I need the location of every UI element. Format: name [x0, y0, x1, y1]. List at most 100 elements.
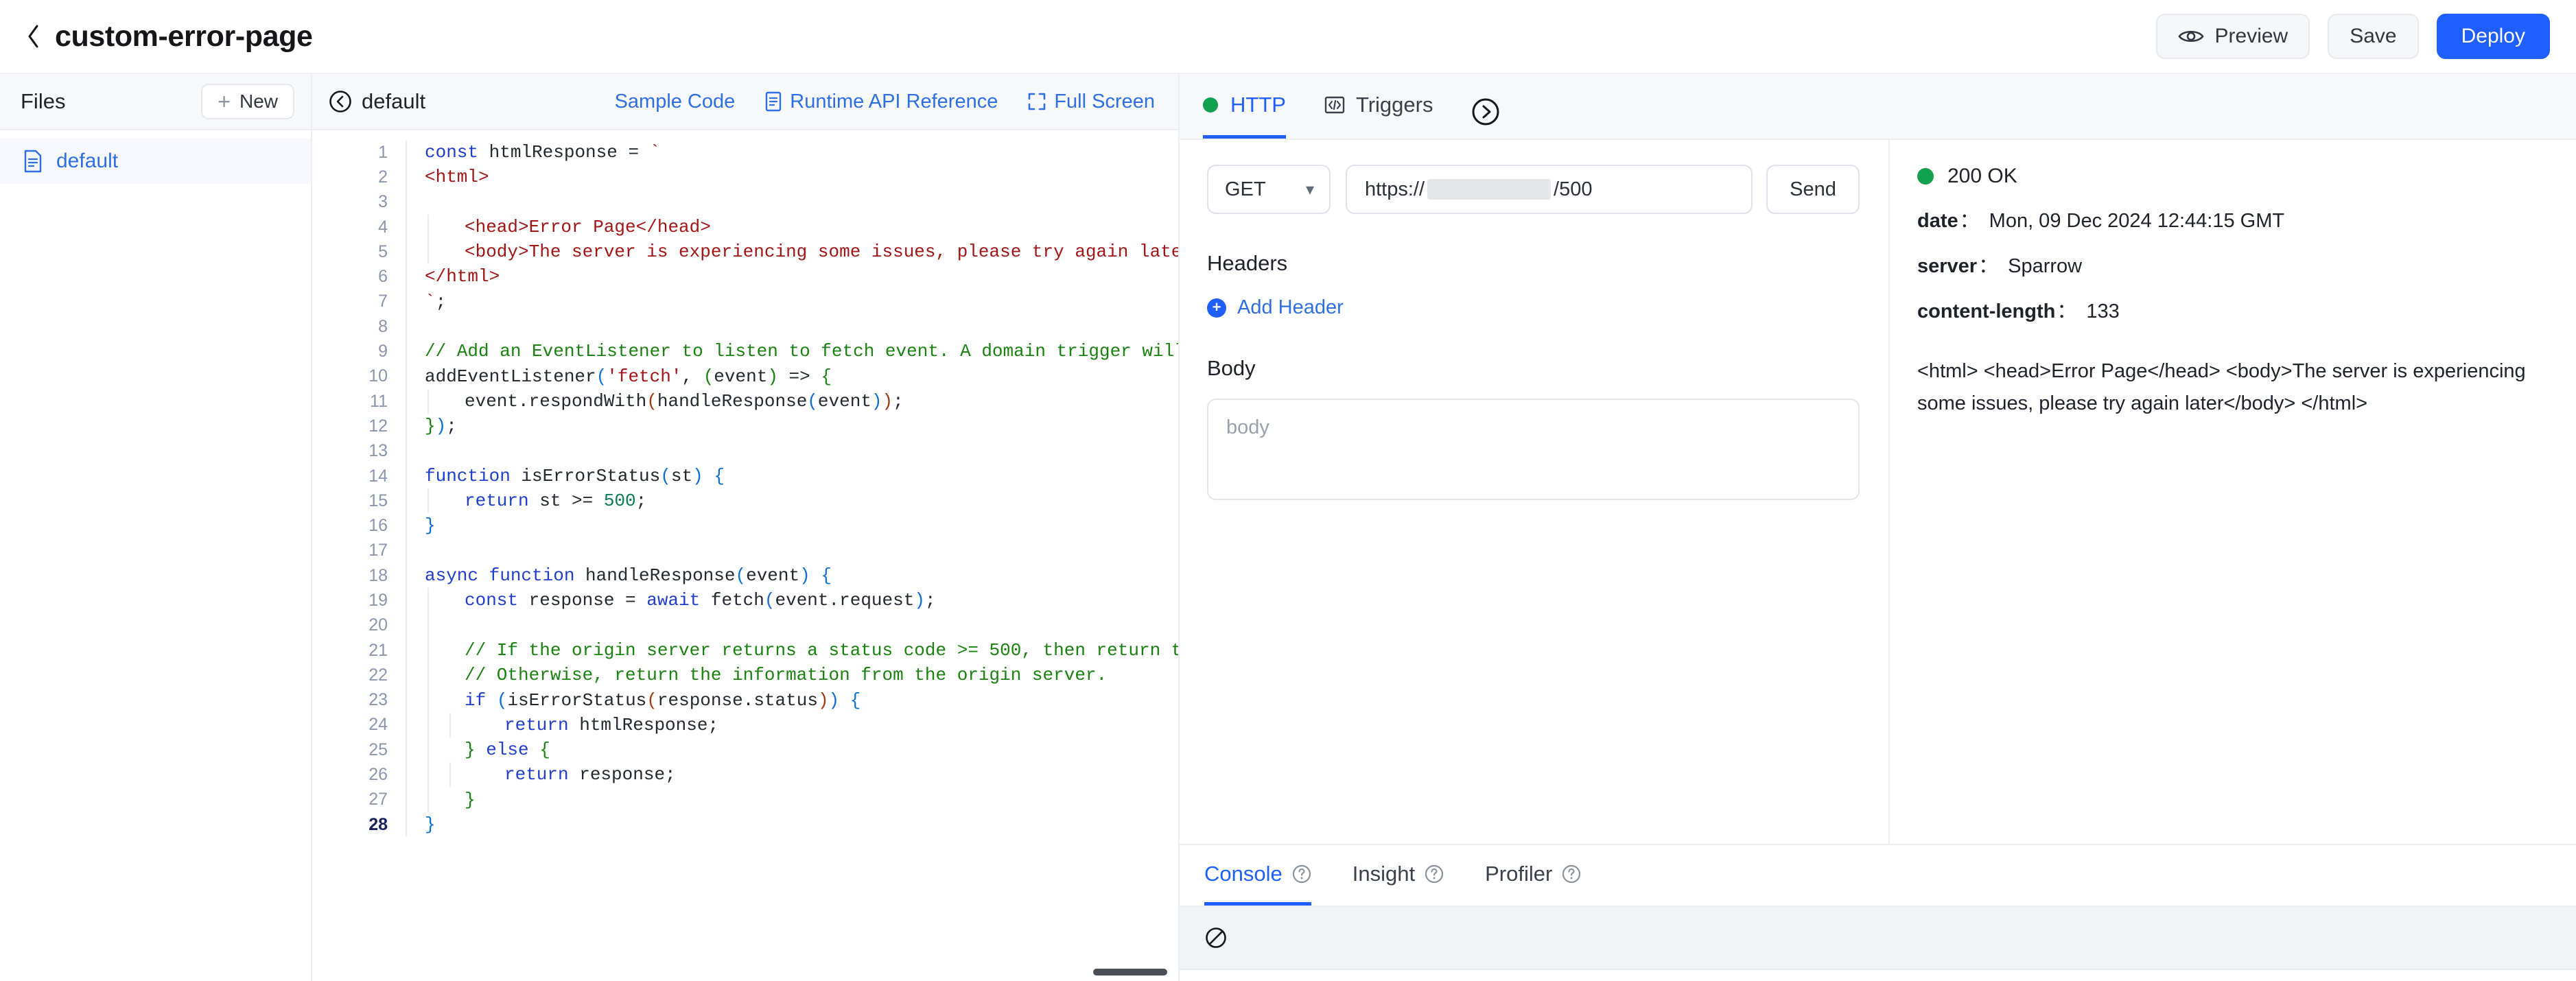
document-icon — [765, 91, 782, 112]
code-line: 2 <html> — [312, 165, 1178, 190]
code-text: </html> — [425, 266, 500, 287]
response-header-name: date — [1917, 210, 1958, 232]
code-line: 28} — [312, 812, 1178, 838]
body-label: Body — [1207, 356, 1256, 380]
line-number: 7 — [378, 292, 388, 311]
indent-guide — [428, 762, 432, 788]
send-button[interactable]: Send — [1766, 165, 1860, 214]
question-circle-icon[interactable] — [1562, 864, 1581, 884]
line-number: 27 — [368, 790, 388, 809]
full-screen-link[interactable]: Full Screen — [1028, 91, 1155, 113]
code-line: 3 — [312, 189, 1178, 215]
page-title: custom-error-page — [55, 19, 313, 53]
response-headers: date： Mon, 09 Dec 2024 12:44:15 GMT server… — [1917, 204, 2544, 324]
editor-file-label: default — [362, 89, 426, 113]
run-button[interactable] — [1471, 97, 1500, 126]
code-lines: 1 const htmlResponse = ` 2 <html> 3 4 <head>Er… — [312, 130, 1178, 981]
plus-circle-icon: + — [1207, 298, 1226, 318]
line-number: 18 — [368, 565, 388, 585]
indent-guide — [406, 314, 410, 340]
app-root: custom-error-page Preview Save Deploy Fi… — [0, 0, 2576, 981]
code-text: // If the origin server returns a status… — [465, 639, 1178, 661]
save-button[interactable]: Save — [2328, 14, 2419, 59]
files-header: Files + New — [0, 74, 311, 130]
code-line: 11 event.respondWith(handleResponse(event… — [312, 388, 1178, 414]
preview-button[interactable]: Preview — [2155, 14, 2310, 59]
indent-guide — [406, 613, 410, 638]
response-header-separator: ： — [1959, 210, 1980, 232]
indent-guide — [428, 613, 432, 638]
body-input[interactable]: body — [1207, 399, 1860, 500]
headers-label: Headers — [1207, 251, 1288, 275]
file-item-default[interactable]: default — [0, 139, 311, 184]
deploy-button[interactable]: Deploy — [2436, 14, 2550, 59]
file-document-icon — [23, 150, 43, 173]
files-panel: Files + New default — [0, 74, 312, 981]
response-header-separator: ： — [2057, 300, 2077, 322]
add-header-label: Add Header — [1237, 296, 1344, 318]
scrollbar-thumb[interactable] — [1093, 969, 1167, 976]
response-header-value: 133 — [2086, 300, 2120, 322]
line-number: 1 — [378, 142, 388, 162]
url-input[interactable]: https:// /500 — [1346, 165, 1753, 214]
code-text: <html> — [425, 167, 489, 188]
ban-clear-icon[interactable] — [1204, 926, 1228, 949]
tab-triggers-label: Triggers — [1355, 92, 1433, 117]
request-pane: GET ▾ https:///500 Send Headers + Add He… — [1180, 140, 1890, 844]
console-output — [1180, 970, 2576, 981]
code-editor[interactable]: 1 const htmlResponse = ` 2 <html> 3 4 <head>Er… — [312, 130, 1178, 981]
console-toolbar — [1180, 907, 2576, 970]
question-circle-icon[interactable] — [1425, 864, 1444, 884]
tab-console-label: Console — [1204, 861, 1283, 886]
code-line: 9 // Add an EventListener to listen to fe… — [312, 339, 1178, 364]
add-header-button[interactable]: + Add Header — [1207, 296, 1344, 319]
code-text: <head>Error Page</head> — [465, 216, 711, 237]
line-number: 2 — [378, 167, 388, 187]
sample-code-link[interactable]: Sample Code — [615, 91, 736, 113]
response-body: <html> <head>Error Page</head> <body>The… — [1917, 360, 2526, 414]
indent-guide — [406, 737, 410, 763]
code-text: async function handleResponse(event) { — [425, 565, 832, 587]
code-line: 15 return st >= 500; — [312, 488, 1178, 514]
request-row: GET ▾ https:// /500 Send — [1207, 165, 1860, 214]
code-line: 20 — [312, 613, 1178, 638]
code-line: 8 — [312, 314, 1178, 340]
code-text: } else { — [465, 740, 550, 761]
tab-insight[interactable]: Insight — [1353, 845, 1444, 906]
indent-guide — [406, 787, 410, 813]
tab-profiler[interactable]: Profiler — [1485, 845, 1581, 906]
new-file-label: New — [239, 91, 278, 112]
back-button[interactable] — [21, 23, 47, 49]
indent-guide — [406, 239, 410, 265]
indent-guide — [406, 488, 410, 514]
code-text: } — [425, 515, 436, 536]
code-text: addEventListener('fetch', (event) => { — [425, 366, 832, 387]
tab-console[interactable]: Console — [1204, 845, 1311, 906]
line-number: 5 — [378, 241, 388, 261]
code-line: 16} — [312, 513, 1178, 539]
tab-triggers[interactable]: Triggers — [1324, 74, 1433, 139]
code-line: 18 async function handleResponse(event) { — [312, 563, 1178, 589]
tab-http[interactable]: HTTP — [1203, 74, 1286, 139]
tab-http-label: HTTP — [1230, 92, 1286, 117]
chevron-left-circle-icon[interactable] — [329, 90, 352, 113]
line-number: 23 — [368, 690, 388, 710]
editor-horizontal-scrollbar[interactable] — [628, 969, 1178, 976]
code-line: 22 // Otherwise, return the information f… — [312, 663, 1178, 688]
runtime-api-reference-link[interactable]: Runtime API Reference — [765, 91, 998, 113]
code-line: 5 <body>The server is experiencing some i… — [312, 239, 1178, 265]
code-line: 17 — [312, 538, 1178, 564]
save-label: Save — [2350, 25, 2397, 47]
http-method-select[interactable]: GET ▾ — [1207, 165, 1331, 214]
console-panel: Console Insight Profiler — [1180, 844, 2576, 981]
new-file-button[interactable]: + New — [201, 84, 294, 119]
code-line: 25} else { — [312, 737, 1178, 763]
code-text: return st >= 500; — [465, 490, 647, 512]
question-circle-icon[interactable] — [1292, 864, 1311, 884]
code-text: `; — [425, 291, 447, 312]
plus-icon: + — [218, 89, 231, 114]
code-line: 23 if (isErrorStatus(response.status)) { — [312, 687, 1178, 713]
status-dot-icon — [1917, 168, 1934, 185]
code-line: 13 — [312, 438, 1178, 464]
line-number: 11 — [370, 391, 388, 411]
